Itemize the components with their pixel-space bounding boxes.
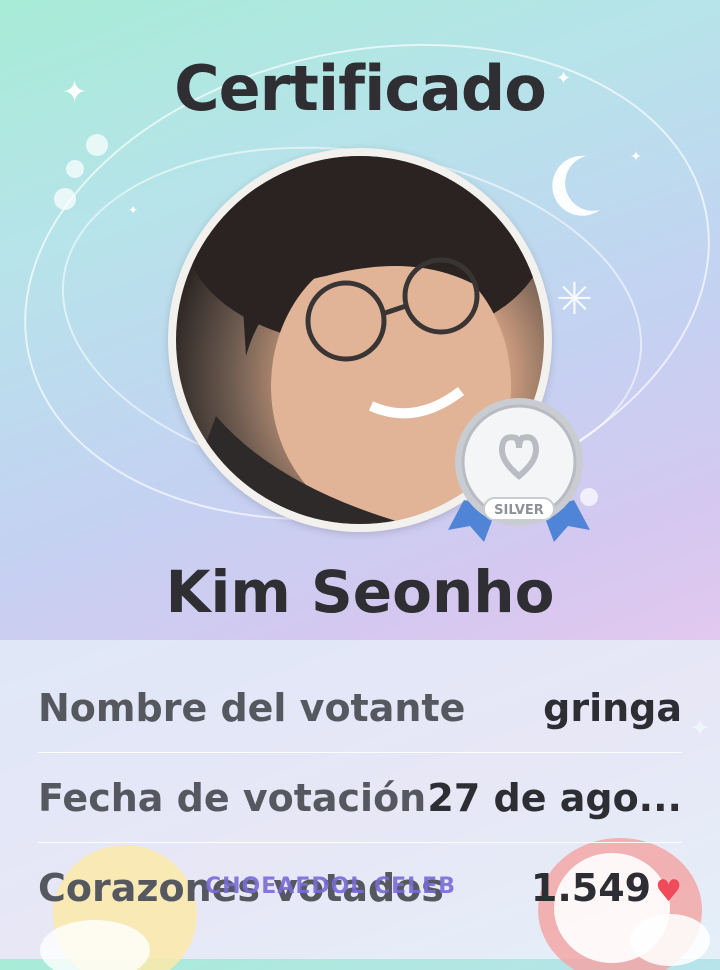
voter-row: Nombre del votante gringa bbox=[38, 664, 682, 752]
badge-label: SILVER bbox=[494, 503, 544, 518]
sparkle-icon: ✦ bbox=[630, 149, 642, 165]
certificate-title: Certificado bbox=[174, 52, 547, 125]
moon-icon bbox=[552, 155, 600, 216]
bubble-decoration bbox=[86, 134, 108, 156]
hearts-value-wrap: 1.549 ♥ bbox=[531, 866, 682, 910]
silver-medal-icon: SILVER bbox=[448, 398, 590, 542]
sparkle-icon: ✦ bbox=[128, 203, 139, 217]
heart-icon: ♥ bbox=[655, 874, 682, 909]
date-label: Fecha de votación bbox=[38, 776, 427, 820]
hearts-value: 1.549 bbox=[530, 866, 652, 910]
bubble-decoration bbox=[66, 160, 84, 178]
row-divider bbox=[38, 752, 682, 753]
bubble-decoration bbox=[54, 188, 76, 210]
artist-name: Kim Seonho bbox=[165, 558, 555, 626]
date-value: 27 de ago... bbox=[427, 776, 682, 820]
sparkle-icon: ✳ bbox=[556, 274, 593, 325]
voter-label: Nombre del votante bbox=[38, 686, 466, 730]
date-row: Fecha de votación 27 de ago... bbox=[38, 754, 682, 842]
watermark-logo: CHOEAEDOL CELEB bbox=[205, 874, 456, 899]
voter-value: gringa bbox=[543, 686, 682, 730]
row-divider bbox=[38, 842, 682, 843]
